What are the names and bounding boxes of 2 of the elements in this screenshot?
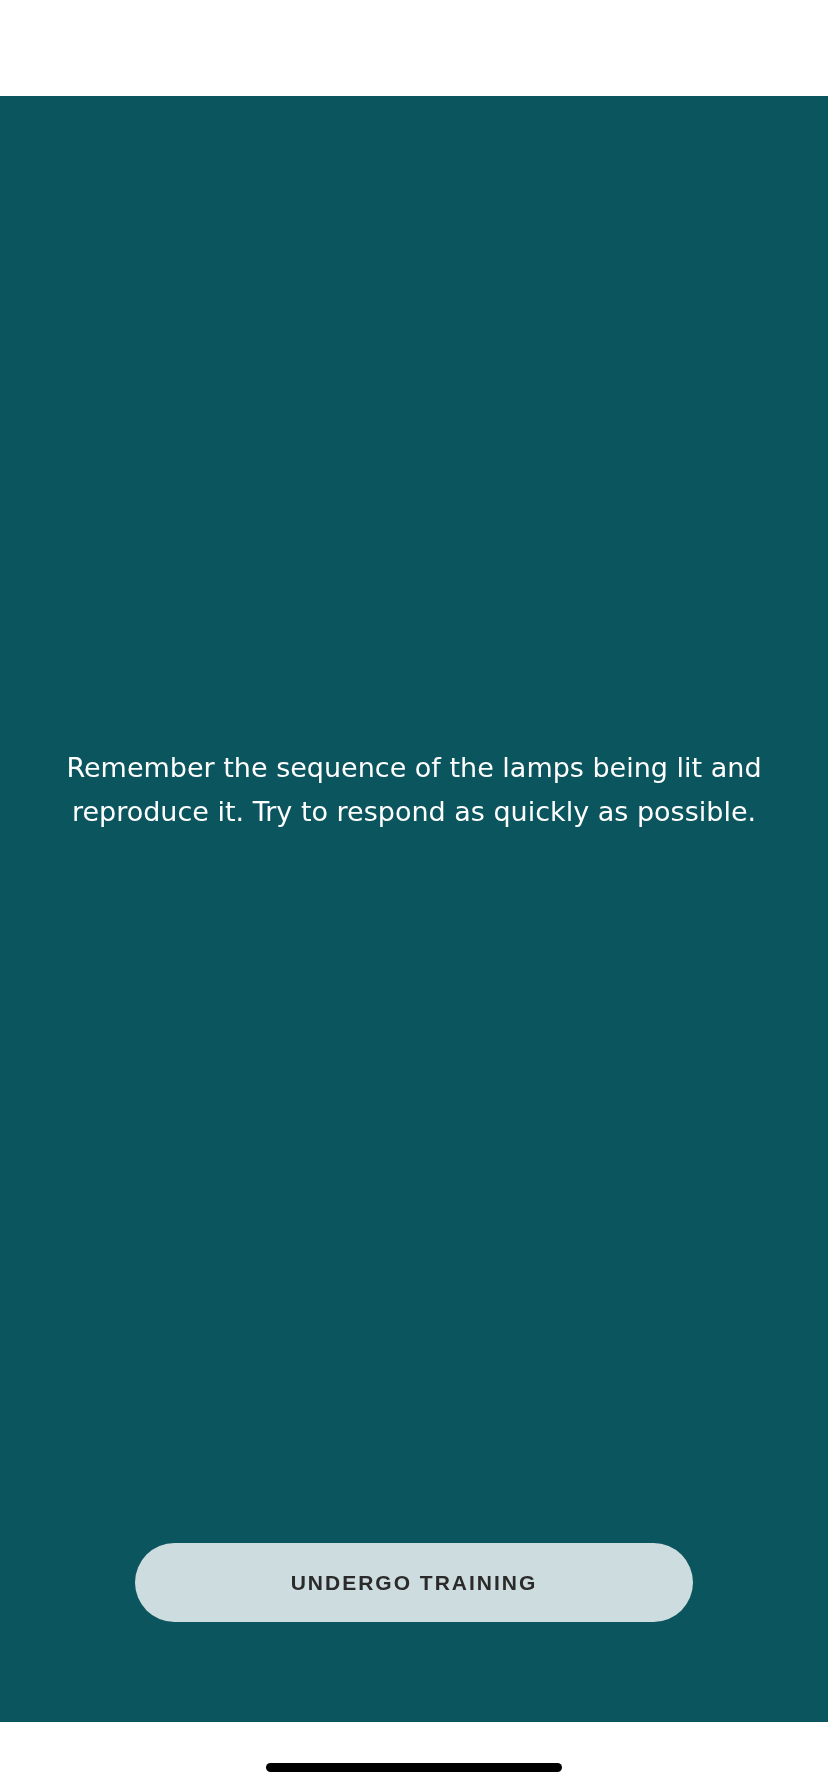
undergo-training-button[interactable]: UNDERGO TRAINING [135,1543,693,1622]
instruction-text: Remember the sequence of the lamps being lit and reproduce it. Try to respond as quickly as possible. [65,751,763,829]
